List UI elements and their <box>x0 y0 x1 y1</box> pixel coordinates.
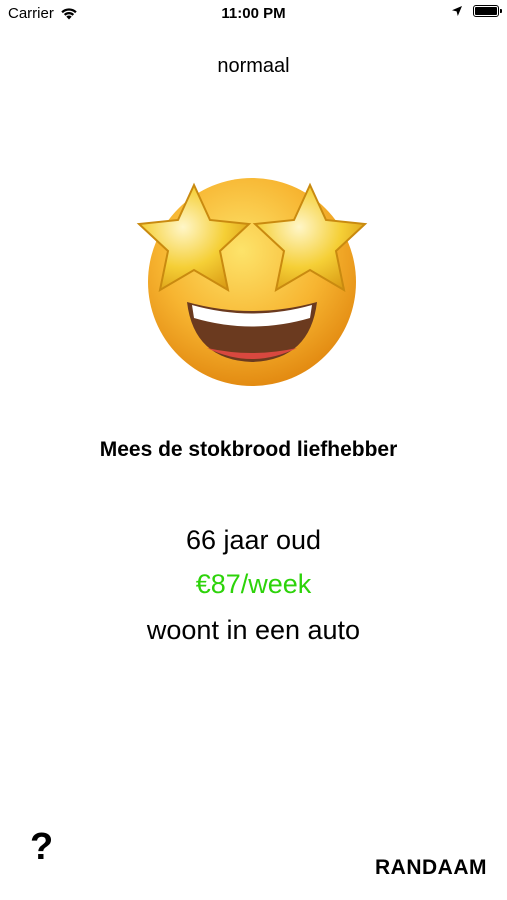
profile-living: woont in een auto <box>146 615 361 645</box>
battery-icon <box>473 5 502 17</box>
location-arrow-icon <box>452 6 462 16</box>
star-struck-emoji-icon <box>136 178 368 386</box>
status-right-group <box>451 5 502 17</box>
profile-age: 66 jaar oud <box>185 525 322 555</box>
profile-name: Mees de stokbrood liefhebber <box>99 438 398 461</box>
clock: 11:00 PM <box>221 5 286 22</box>
help-button[interactable]: ? <box>30 826 53 869</box>
battery-tip <box>500 9 502 13</box>
mode-label: normaal <box>217 55 290 77</box>
status-bar: Carrier 11:00 PM <box>0 0 507 28</box>
battery-level-fill <box>475 7 497 15</box>
profile-price: €87/week <box>195 569 312 599</box>
randaam-button[interactable]: RANDAAM <box>375 856 487 880</box>
